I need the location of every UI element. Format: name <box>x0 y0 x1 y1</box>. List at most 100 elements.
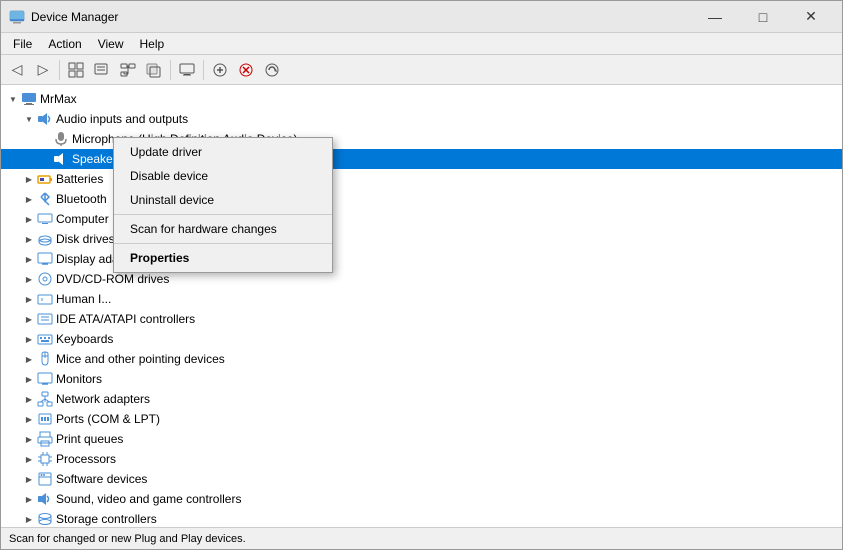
expand-arrow-human: ▶ <box>21 291 37 307</box>
keyboards-label: Keyboards <box>56 332 113 346</box>
expand-arrow-ports: ▶ <box>21 411 37 427</box>
mice-icon <box>37 351 53 367</box>
disk-label: Disk drives <box>56 232 115 246</box>
expand-arrow-audio: ▼ <box>21 111 37 127</box>
sound-icon <box>37 491 53 507</box>
audio-icon <box>37 111 53 127</box>
forward-button[interactable]: ▷ <box>31 58 55 82</box>
disk-icon <box>37 231 53 247</box>
monitors-label: Monitors <box>56 372 102 386</box>
storage-label: Storage controllers <box>56 512 157 526</box>
ctx-scan-hardware[interactable]: Scan for hardware changes <box>114 217 332 241</box>
software-label: Software devices <box>56 472 147 486</box>
human-label: Human I... <box>56 292 111 306</box>
print-icon <box>37 431 53 447</box>
ports-icon <box>37 411 53 427</box>
expand-arrow-monitors: ▶ <box>21 371 37 387</box>
add-driver-button[interactable] <box>208 58 232 82</box>
expand-arrow-sound: ▶ <box>21 491 37 507</box>
toolbar-separator-1 <box>59 60 60 80</box>
expand-arrow-mice: ▶ <box>21 351 37 367</box>
tree-item-audio[interactable]: ▼ Audio inputs and outputs <box>1 109 842 129</box>
toolbar-separator-3 <box>203 60 204 80</box>
menu-file[interactable]: File <box>5 35 40 53</box>
expand-arrow-ide: ▶ <box>21 311 37 327</box>
batteries-icon <box>37 171 53 187</box>
root-label: MrMax <box>40 92 77 106</box>
hidden-devices-button[interactable] <box>142 58 166 82</box>
batteries-label: Batteries <box>56 172 103 186</box>
microphone-icon <box>53 131 69 147</box>
tree-item-monitors[interactable]: ▶ Monitors <box>1 369 842 389</box>
maximize-button[interactable]: □ <box>740 1 786 33</box>
menu-help[interactable]: Help <box>132 35 173 53</box>
computer-icon <box>21 91 37 107</box>
device-tree[interactable]: ▼ MrMax ▼ Audio inputs and outputs ▶ <box>1 85 842 527</box>
ctx-separator-1 <box>114 214 332 215</box>
bluetooth-label: Bluetooth <box>56 192 107 206</box>
display-button[interactable] <box>175 58 199 82</box>
keyboard-icon <box>37 331 53 347</box>
status-text: Scan for changed or new Plug and Play de… <box>9 533 246 545</box>
expand-arrow-processors: ▶ <box>21 451 37 467</box>
view-resources-button[interactable] <box>90 58 114 82</box>
network-label: Network adapters <box>56 392 150 406</box>
tree-item-storage[interactable]: ▶ Storage controllers <box>1 509 842 527</box>
tree-item-print[interactable]: ▶ Print queues <box>1 429 842 449</box>
bluetooth-icon <box>37 191 53 207</box>
computer-label: Computer <box>56 212 109 226</box>
expand-arrow-print: ▶ <box>21 431 37 447</box>
network-icon <box>37 391 53 407</box>
ide-label: IDE ATA/ATAPI controllers <box>56 312 195 326</box>
tree-item-processors[interactable]: ▶ Processors <box>1 449 842 469</box>
expand-arrow-dvd: ▶ <box>21 271 37 287</box>
toolbar: ◁ ▷ <box>1 55 842 85</box>
close-button[interactable]: ✕ <box>788 1 834 33</box>
ctx-update-driver[interactable]: Update driver <box>114 140 332 164</box>
expand-arrow-bluetooth: ▶ <box>21 191 37 207</box>
processors-label: Processors <box>56 452 116 466</box>
sound-label: Sound, video and game controllers <box>56 492 241 506</box>
status-bar: Scan for changed or new Plug and Play de… <box>1 527 842 549</box>
ctx-uninstall-device[interactable]: Uninstall device <box>114 188 332 212</box>
tree-item-ide[interactable]: ▶ IDE ATA/ATAPI controllers <box>1 309 842 329</box>
menu-view[interactable]: View <box>90 35 132 53</box>
expand-arrow-software: ▶ <box>21 471 37 487</box>
expand-arrow-keyboards: ▶ <box>21 331 37 347</box>
uninstall-button[interactable] <box>234 58 258 82</box>
mice-label: Mice and other pointing devices <box>56 352 225 366</box>
expand-arrow-root: ▼ <box>5 91 21 107</box>
tree-item-software[interactable]: ▶ Software devices <box>1 469 842 489</box>
menu-action[interactable]: Action <box>40 35 89 53</box>
back-button[interactable]: ◁ <box>5 58 29 82</box>
ide-icon <box>37 311 53 327</box>
tree-item-network[interactable]: ▶ Network adapters <box>1 389 842 409</box>
tree-item-keyboards[interactable]: ▶ Keyboards <box>1 329 842 349</box>
speakers-icon <box>53 151 69 167</box>
window-controls: — □ ✕ <box>692 1 834 33</box>
expand-arrow-network: ▶ <box>21 391 37 407</box>
title-bar: Device Manager — □ ✕ <box>1 1 842 33</box>
tree-item-human[interactable]: ▶ Human I... <box>1 289 842 309</box>
connections-button[interactable] <box>116 58 140 82</box>
minimize-button[interactable]: — <box>692 1 738 33</box>
audio-label: Audio inputs and outputs <box>56 112 188 126</box>
dvd-label: DVD/CD-ROM drives <box>56 272 169 286</box>
ctx-disable-device[interactable]: Disable device <box>114 164 332 188</box>
view-devices-button[interactable] <box>64 58 88 82</box>
tree-item-sound[interactable]: ▶ Sound, video and game controllers <box>1 489 842 509</box>
storage-icon <box>37 511 53 527</box>
ports-label: Ports (COM & LPT) <box>56 412 160 426</box>
tree-root[interactable]: ▼ MrMax <box>1 89 842 109</box>
ctx-properties[interactable]: Properties <box>114 246 332 270</box>
tree-item-mice[interactable]: ▶ Mice and other pointing devices <box>1 349 842 369</box>
human-icon <box>37 291 53 307</box>
tree-item-ports[interactable]: ▶ Ports (COM & LPT) <box>1 409 842 429</box>
expand-arrow-disk: ▶ <box>21 231 37 247</box>
toolbar-separator-2 <box>170 60 171 80</box>
scan-button[interactable] <box>260 58 284 82</box>
display-icon <box>37 251 53 267</box>
computer-icon2 <box>37 211 53 227</box>
app-icon <box>9 9 25 25</box>
context-menu: Update driver Disable device Uninstall d… <box>113 137 333 273</box>
